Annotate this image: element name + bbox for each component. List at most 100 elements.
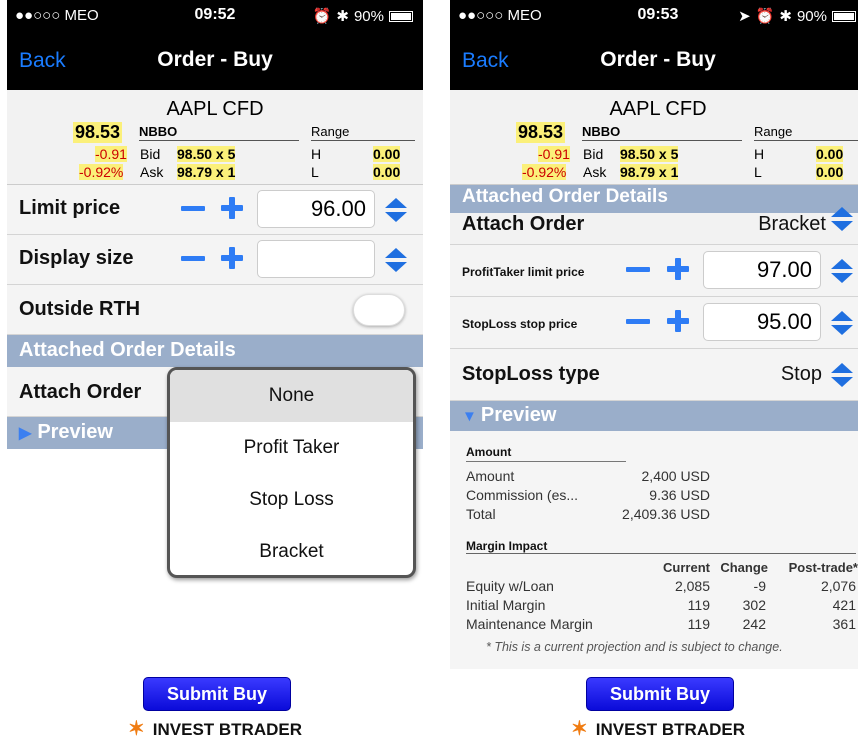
status-right: ⏰ ✱ 90% [313, 7, 413, 25]
symbol-title: AAPL CFD [609, 98, 707, 120]
profit-taker-input[interactable]: 97.00 [703, 251, 821, 289]
brand-name: INVEST BTRADER [595, 720, 745, 739]
outside-rth-label: Outside RTH [19, 298, 141, 320]
margin-header: Margin Impact [466, 539, 548, 553]
alarm-icon: ⏰ [755, 8, 775, 25]
battery-percent: 90% [353, 7, 384, 25]
low-label: L [754, 164, 762, 180]
stop-loss-label: StopLoss stop price [462, 317, 578, 331]
low-label: L [311, 164, 319, 180]
margin-current: 119 [687, 616, 710, 632]
margin-row-label: Maintenance Margin [466, 616, 593, 632]
nav-bar: Back Order - Buy [7, 32, 423, 90]
nbbo-label: NBBO [582, 124, 621, 139]
page-title: Order - Buy [157, 48, 273, 71]
divider [466, 461, 626, 462]
high-value: 0.00 [816, 146, 844, 162]
increment-button[interactable] [667, 310, 689, 332]
limit-price-row: Limit price 96.00 [7, 185, 423, 235]
divider [139, 140, 299, 141]
stepper-arrows-icon[interactable] [384, 197, 408, 222]
display-size-label: Display size [19, 247, 134, 269]
high-label: H [754, 146, 765, 162]
brand-footer: ✶ INVEST BTRADER [7, 716, 423, 741]
divider [466, 553, 856, 554]
high-label: H [311, 146, 322, 162]
stop-loss-type-value: Stop [780, 363, 822, 385]
margin-current: 2,085 [674, 578, 710, 594]
low-value: 0.00 [373, 164, 401, 180]
option-stop-loss[interactable]: Stop Loss [170, 474, 413, 526]
decrement-button[interactable] [626, 319, 650, 324]
commission-value: 9.36 USD [649, 487, 710, 503]
amount-label: Amount [466, 468, 515, 484]
stepper-arrows-icon[interactable] [830, 206, 854, 231]
decrement-button[interactable] [181, 206, 205, 211]
divider [754, 140, 858, 141]
nbbo-label: NBBO [139, 124, 178, 139]
divider [582, 140, 742, 141]
preview-label: Preview [480, 404, 557, 426]
col-post-trade: Post-trade* [788, 560, 858, 575]
high-value: 0.00 [373, 146, 401, 162]
stepper-arrows-icon[interactable] [384, 247, 408, 272]
battery-icon [832, 10, 856, 22]
outside-rth-row: Outside RTH [7, 285, 423, 335]
display-size-input[interactable] [257, 240, 375, 278]
status-bar: ●●○○○ MEO 09:53 ➤ ⏰ ✱ 90% [450, 0, 858, 32]
submit-buy-button[interactable]: Submit Buy [586, 677, 734, 711]
brand-footer: ✶ INVEST BTRADER [450, 716, 858, 741]
battery-icon [389, 10, 413, 22]
stop-loss-row: StopLoss stop price 95.00 [450, 297, 858, 349]
attach-order-label: Attach Order [19, 381, 142, 403]
attach-order-row[interactable]: Attach Order Bracket [450, 207, 858, 245]
stepper-arrows-icon[interactable] [830, 362, 854, 387]
phone-screen-right: ●●○○○ MEO 09:53 ➤ ⏰ ✱ 90% Back Order - B… [450, 0, 858, 742]
status-bar: ●●○○○ MEO 09:52 ⏰ ✱ 90% [7, 0, 423, 32]
stepper-arrows-icon[interactable] [830, 310, 854, 335]
outside-rth-toggle[interactable] [353, 294, 405, 326]
ask-value: 98.79 x 1 [177, 164, 236, 180]
triangle-down-icon: ▼ [462, 408, 477, 425]
bid-value: 98.50 x 5 [620, 146, 679, 162]
change-percent: -0.92% [522, 164, 567, 180]
section-header: Attached Order Details [450, 185, 858, 213]
col-change: Change [720, 560, 768, 575]
status-right: ➤ ⏰ ✱ 90% [738, 7, 856, 25]
footnote: * This is a current projection and is su… [486, 640, 783, 654]
option-none[interactable]: None [170, 370, 413, 422]
page-title: Order - Buy [600, 48, 716, 71]
total-label: Total [466, 506, 496, 522]
increment-button[interactable] [667, 258, 689, 280]
logo-star-icon: ✶ [128, 718, 145, 740]
ask-label: Ask [583, 164, 607, 180]
limit-price-input[interactable]: 96.00 [257, 190, 375, 228]
margin-row-label: Initial Margin [466, 597, 546, 613]
bluetooth-icon: ✱ [336, 8, 349, 25]
alarm-icon: ⏰ [312, 8, 332, 25]
low-value: 0.00 [816, 164, 844, 180]
stepper-arrows-icon[interactable] [830, 258, 854, 283]
increment-button[interactable] [221, 197, 243, 219]
stop-loss-input[interactable]: 95.00 [703, 303, 821, 341]
battery-percent: 90% [796, 7, 827, 25]
bid-value: 98.50 x 5 [177, 146, 236, 162]
decrement-button[interactable] [626, 267, 650, 272]
limit-price-label: Limit price [19, 197, 121, 219]
margin-post: 2,076 [820, 578, 856, 594]
quote-panel: AAPL CFD 98.53 NBBO Range -0.91 -0.92% B… [450, 90, 858, 185]
ask-value: 98.79 x 1 [620, 164, 679, 180]
stop-loss-type-row[interactable]: StopLoss type Stop [450, 349, 858, 401]
decrement-button[interactable] [181, 256, 205, 261]
logo-star-icon: ✶ [571, 718, 588, 740]
commission-label: Commission (es... [466, 487, 579, 503]
profit-taker-label: ProfitTaker limit price [462, 265, 585, 279]
option-bracket[interactable]: Bracket [170, 526, 413, 575]
submit-buy-button[interactable]: Submit Buy [143, 677, 291, 711]
preview-label: Preview [37, 421, 113, 443]
preview-toggle[interactable]: ▼ Preview [450, 401, 858, 431]
increment-button[interactable] [221, 247, 243, 269]
ask-label: Ask [140, 164, 164, 180]
bluetooth-icon: ✱ [779, 8, 792, 25]
option-profit-taker[interactable]: Profit Taker [170, 422, 413, 474]
